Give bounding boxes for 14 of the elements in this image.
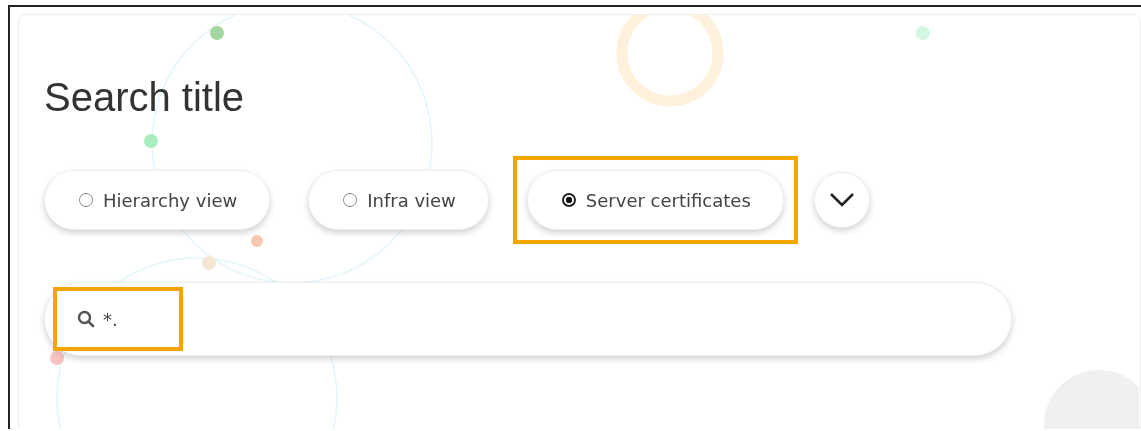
dot-decoration <box>50 351 64 365</box>
search-icon <box>77 310 95 328</box>
dot-decoration <box>916 26 930 40</box>
option-button[interactable]: Server certificates <box>526 170 784 230</box>
expand-button[interactable] <box>813 172 870 228</box>
option-button[interactable]: Hierarchy view <box>44 170 271 230</box>
chevron-icon <box>828 192 855 208</box>
dot-decoration <box>251 235 263 247</box>
dot-decoration <box>144 134 158 148</box>
dot-decoration <box>210 26 224 40</box>
page-title: Search title <box>44 74 246 121</box>
option-button[interactable]: Infra view <box>308 170 489 230</box>
dot-decoration <box>202 256 216 270</box>
search-input[interactable]: *. <box>103 308 163 330</box>
